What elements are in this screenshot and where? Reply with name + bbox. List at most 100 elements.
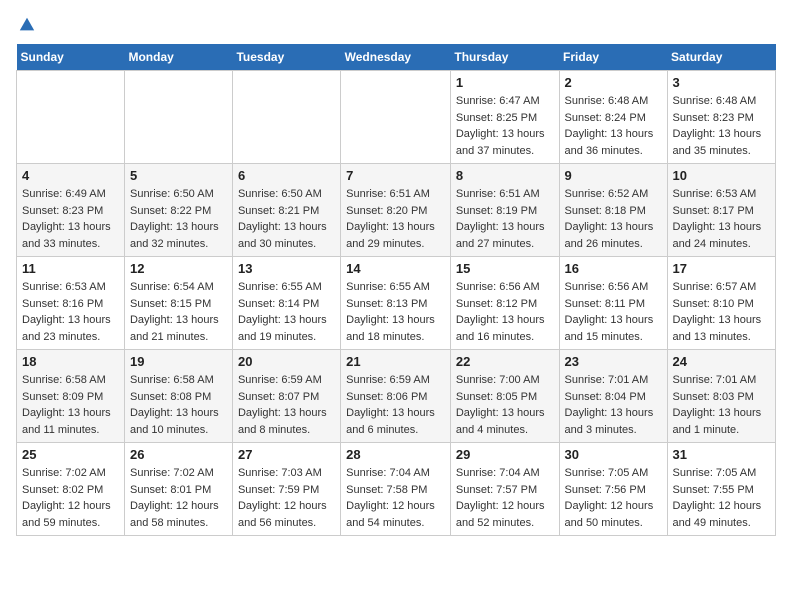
day-number: 27 bbox=[238, 447, 335, 462]
day-cell: 15 Sunrise: 6:56 AMSunset: 8:12 PMDayligh… bbox=[450, 257, 559, 350]
week-row-5: 25 Sunrise: 7:02 AMSunset: 8:02 PMDayligh… bbox=[17, 443, 776, 536]
weekday-tuesday: Tuesday bbox=[232, 44, 340, 71]
day-info: Sunrise: 6:50 AMSunset: 8:21 PMDaylight:… bbox=[238, 186, 335, 252]
day-info: Sunrise: 6:51 AMSunset: 8:19 PMDaylight:… bbox=[456, 186, 554, 252]
day-info: Sunrise: 7:03 AMSunset: 7:59 PMDaylight:… bbox=[238, 465, 335, 531]
day-info: Sunrise: 6:56 AMSunset: 8:12 PMDaylight:… bbox=[456, 279, 554, 345]
day-cell: 5 Sunrise: 6:50 AMSunset: 8:22 PMDaylight… bbox=[124, 164, 232, 257]
day-info: Sunrise: 6:58 AMSunset: 8:09 PMDaylight:… bbox=[22, 372, 119, 438]
day-number: 18 bbox=[22, 354, 119, 369]
weekday-sunday: Sunday bbox=[17, 44, 125, 71]
logo-icon bbox=[18, 16, 36, 34]
day-info: Sunrise: 6:48 AMSunset: 8:23 PMDaylight:… bbox=[673, 93, 770, 159]
week-row-1: 1 Sunrise: 6:47 AMSunset: 8:25 PMDaylight… bbox=[17, 71, 776, 164]
day-info: Sunrise: 6:58 AMSunset: 8:08 PMDaylight:… bbox=[130, 372, 227, 438]
day-info: Sunrise: 6:49 AMSunset: 8:23 PMDaylight:… bbox=[22, 186, 119, 252]
day-number: 3 bbox=[673, 75, 770, 90]
day-number: 13 bbox=[238, 261, 335, 276]
day-number: 26 bbox=[130, 447, 227, 462]
day-number: 29 bbox=[456, 447, 554, 462]
weekday-wednesday: Wednesday bbox=[341, 44, 451, 71]
day-cell: 28 Sunrise: 7:04 AMSunset: 7:58 PMDayligh… bbox=[341, 443, 451, 536]
day-cell bbox=[17, 71, 125, 164]
day-number: 2 bbox=[565, 75, 662, 90]
day-cell: 17 Sunrise: 6:57 AMSunset: 8:10 PMDayligh… bbox=[667, 257, 775, 350]
day-number: 5 bbox=[130, 168, 227, 183]
day-cell: 7 Sunrise: 6:51 AMSunset: 8:20 PMDaylight… bbox=[341, 164, 451, 257]
day-cell: 19 Sunrise: 6:58 AMSunset: 8:08 PMDayligh… bbox=[124, 350, 232, 443]
day-number: 15 bbox=[456, 261, 554, 276]
day-cell: 10Sunrise: 6:53 AMSunset: 8:17 PMDayligh… bbox=[667, 164, 775, 257]
day-info: Sunrise: 7:00 AMSunset: 8:05 PMDaylight:… bbox=[456, 372, 554, 438]
day-info: Sunrise: 7:02 AMSunset: 8:01 PMDaylight:… bbox=[130, 465, 227, 531]
week-row-3: 11 Sunrise: 6:53 AMSunset: 8:16 PMDayligh… bbox=[17, 257, 776, 350]
day-cell bbox=[232, 71, 340, 164]
day-cell: 14 Sunrise: 6:55 AMSunset: 8:13 PMDayligh… bbox=[341, 257, 451, 350]
day-cell: 1 Sunrise: 6:47 AMSunset: 8:25 PMDaylight… bbox=[450, 71, 559, 164]
day-info: Sunrise: 7:04 AMSunset: 7:57 PMDaylight:… bbox=[456, 465, 554, 531]
day-info: Sunrise: 6:57 AMSunset: 8:10 PMDaylight:… bbox=[673, 279, 770, 345]
day-info: Sunrise: 6:54 AMSunset: 8:15 PMDaylight:… bbox=[130, 279, 227, 345]
day-number: 11 bbox=[22, 261, 119, 276]
day-cell: 31 Sunrise: 7:05 AMSunset: 7:55 PMDayligh… bbox=[667, 443, 775, 536]
weekday-friday: Friday bbox=[559, 44, 667, 71]
day-cell: 24 Sunrise: 7:01 AMSunset: 8:03 PMDayligh… bbox=[667, 350, 775, 443]
day-number: 22 bbox=[456, 354, 554, 369]
day-cell: 11 Sunrise: 6:53 AMSunset: 8:16 PMDayligh… bbox=[17, 257, 125, 350]
day-info: Sunrise: 6:50 AMSunset: 8:22 PMDaylight:… bbox=[130, 186, 227, 252]
day-cell bbox=[124, 71, 232, 164]
day-cell: 23 Sunrise: 7:01 AMSunset: 8:04 PMDayligh… bbox=[559, 350, 667, 443]
day-number: 1 bbox=[456, 75, 554, 90]
day-info: Sunrise: 7:05 AMSunset: 7:55 PMDaylight:… bbox=[673, 465, 770, 531]
weekday-header-row: SundayMondayTuesdayWednesdayThursdayFrid… bbox=[17, 44, 776, 71]
day-info: Sunrise: 6:51 AMSunset: 8:20 PMDaylight:… bbox=[346, 186, 445, 252]
day-number: 4 bbox=[22, 168, 119, 183]
day-info: Sunrise: 6:55 AMSunset: 8:14 PMDaylight:… bbox=[238, 279, 335, 345]
day-info: Sunrise: 7:04 AMSunset: 7:58 PMDaylight:… bbox=[346, 465, 445, 531]
page-header bbox=[16, 16, 776, 32]
logo bbox=[16, 16, 36, 32]
day-info: Sunrise: 7:05 AMSunset: 7:56 PMDaylight:… bbox=[565, 465, 662, 531]
day-cell: 3 Sunrise: 6:48 AMSunset: 8:23 PMDaylight… bbox=[667, 71, 775, 164]
day-info: Sunrise: 6:55 AMSunset: 8:13 PMDaylight:… bbox=[346, 279, 445, 345]
day-cell: 27 Sunrise: 7:03 AMSunset: 7:59 PMDayligh… bbox=[232, 443, 340, 536]
day-cell: 9Sunrise: 6:52 AMSunset: 8:18 PMDaylight… bbox=[559, 164, 667, 257]
day-cell: 26 Sunrise: 7:02 AMSunset: 8:01 PMDayligh… bbox=[124, 443, 232, 536]
day-info: Sunrise: 7:02 AMSunset: 8:02 PMDaylight:… bbox=[22, 465, 119, 531]
day-info: Sunrise: 7:01 AMSunset: 8:03 PMDaylight:… bbox=[673, 372, 770, 438]
day-number: 25 bbox=[22, 447, 119, 462]
day-number: 9 bbox=[565, 168, 662, 183]
day-number: 17 bbox=[673, 261, 770, 276]
day-cell: 2Sunrise: 6:48 AMSunset: 8:24 PMDaylight… bbox=[559, 71, 667, 164]
day-number: 7 bbox=[346, 168, 445, 183]
day-number: 14 bbox=[346, 261, 445, 276]
day-info: Sunrise: 6:53 AMSunset: 8:16 PMDaylight:… bbox=[22, 279, 119, 345]
day-number: 31 bbox=[673, 447, 770, 462]
day-cell: 12Sunrise: 6:54 AMSunset: 8:15 PMDayligh… bbox=[124, 257, 232, 350]
weekday-saturday: Saturday bbox=[667, 44, 775, 71]
day-cell: 4 Sunrise: 6:49 AMSunset: 8:23 PMDaylight… bbox=[17, 164, 125, 257]
day-cell: 18 Sunrise: 6:58 AMSunset: 8:09 PMDayligh… bbox=[17, 350, 125, 443]
day-number: 28 bbox=[346, 447, 445, 462]
day-info: Sunrise: 6:47 AMSunset: 8:25 PMDaylight:… bbox=[456, 93, 554, 159]
week-row-4: 18 Sunrise: 6:58 AMSunset: 8:09 PMDayligh… bbox=[17, 350, 776, 443]
day-cell: 8Sunrise: 6:51 AMSunset: 8:19 PMDaylight… bbox=[450, 164, 559, 257]
day-number: 30 bbox=[565, 447, 662, 462]
day-number: 19 bbox=[130, 354, 227, 369]
day-cell: 6Sunrise: 6:50 AMSunset: 8:21 PMDaylight… bbox=[232, 164, 340, 257]
day-cell bbox=[341, 71, 451, 164]
day-number: 23 bbox=[565, 354, 662, 369]
day-number: 16 bbox=[565, 261, 662, 276]
weekday-thursday: Thursday bbox=[450, 44, 559, 71]
day-cell: 29 Sunrise: 7:04 AMSunset: 7:57 PMDayligh… bbox=[450, 443, 559, 536]
day-number: 20 bbox=[238, 354, 335, 369]
day-info: Sunrise: 6:59 AMSunset: 8:07 PMDaylight:… bbox=[238, 372, 335, 438]
day-number: 24 bbox=[673, 354, 770, 369]
day-info: Sunrise: 6:53 AMSunset: 8:17 PMDaylight:… bbox=[673, 186, 770, 252]
weekday-monday: Monday bbox=[124, 44, 232, 71]
day-info: Sunrise: 7:01 AMSunset: 8:04 PMDaylight:… bbox=[565, 372, 662, 438]
day-cell: 22 Sunrise: 7:00 AMSunset: 8:05 PMDayligh… bbox=[450, 350, 559, 443]
day-cell: 21Sunrise: 6:59 AMSunset: 8:06 PMDayligh… bbox=[341, 350, 451, 443]
day-cell: 25 Sunrise: 7:02 AMSunset: 8:02 PMDayligh… bbox=[17, 443, 125, 536]
week-row-2: 4 Sunrise: 6:49 AMSunset: 8:23 PMDaylight… bbox=[17, 164, 776, 257]
